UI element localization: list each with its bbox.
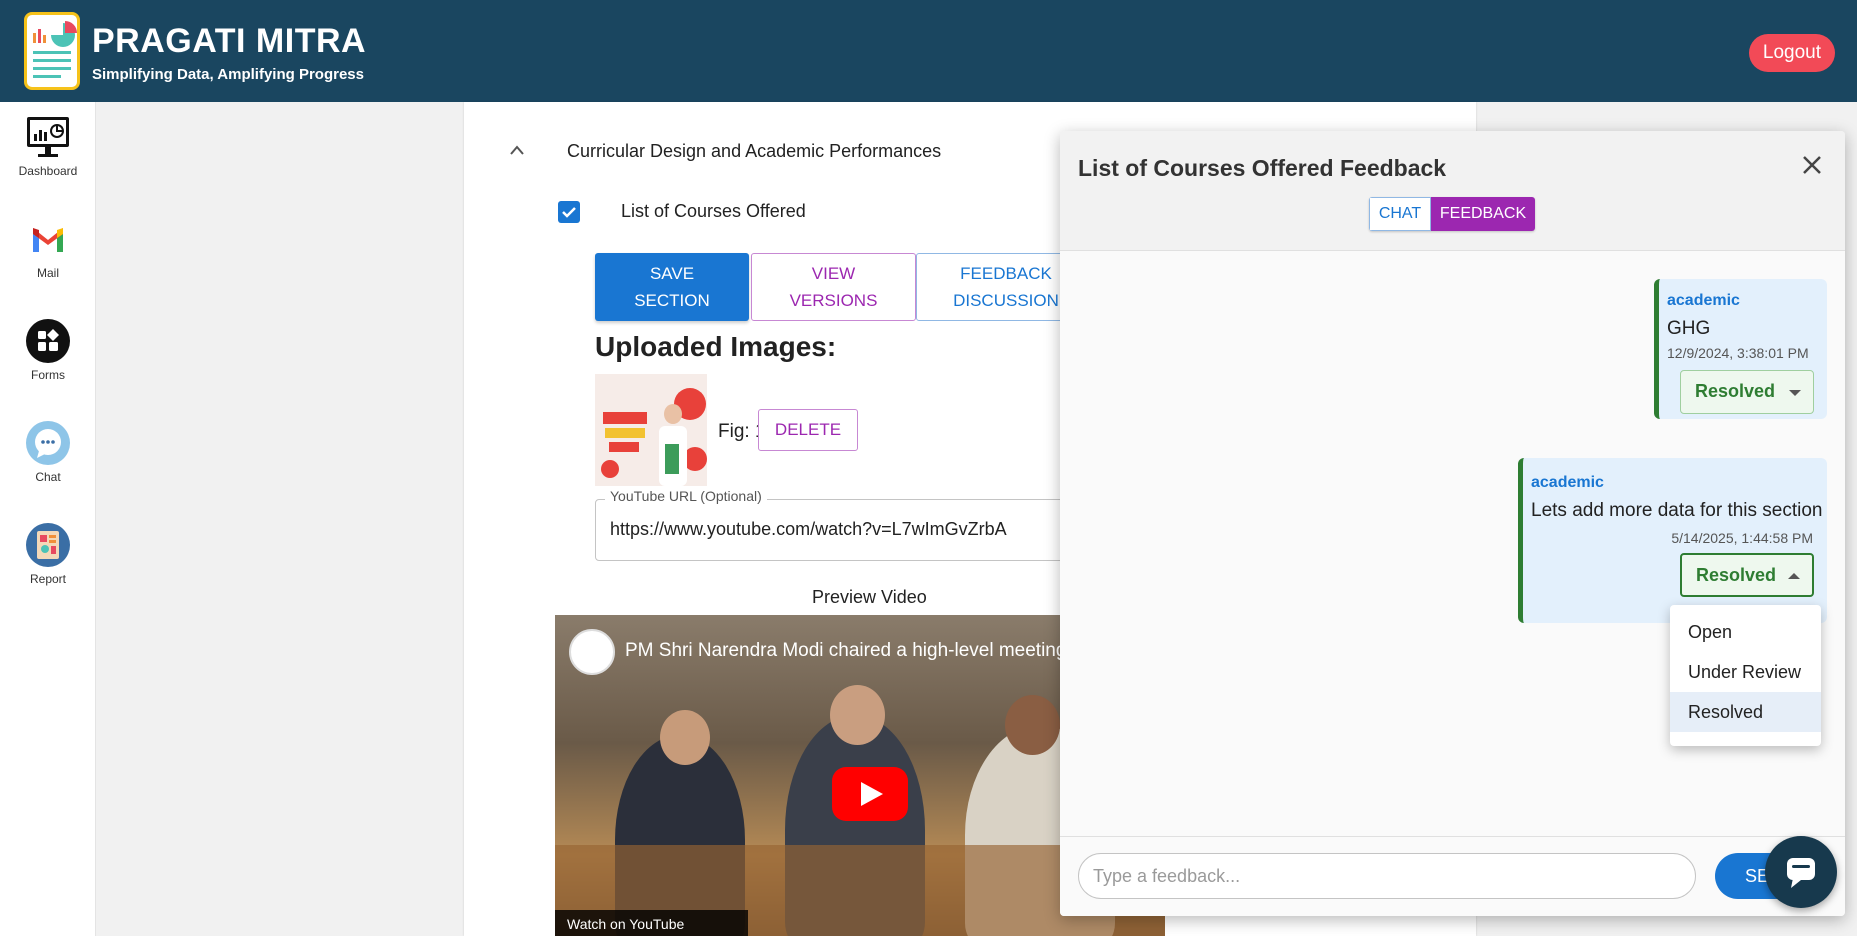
sidebar-item-forms[interactable]: Forms [0,318,96,382]
feedback-message: academic Lets add more data for this sec… [1518,458,1827,623]
delete-image-button[interactable]: DELETE [758,409,858,451]
sidebar-item-label: Chat [35,470,61,484]
versions-button-line2: VERSIONS [789,291,878,310]
app-title: PRAGATI MITRA [92,22,367,60]
chat-bubble-icon [1787,858,1815,888]
save-button-line1: SAVE [649,264,695,283]
app-subtitle: Simplifying Data, Amplifying Progress [92,66,364,83]
status-option-resolved[interactable]: Resolved [1670,692,1821,732]
tab-feedback[interactable]: FEEDBACK [1431,197,1535,231]
feedback-input[interactable] [1078,853,1696,899]
sidebar-item-label: Mail [36,266,59,280]
message-text: GHG [1667,318,1711,339]
feedback-button-line1: FEEDBACK [960,264,1052,283]
chat-feedback-toggle: CHAT FEEDBACK [1369,197,1535,231]
chat-fab-button[interactable] [1765,836,1837,908]
feedback-message: academic GHG 12/9/2024, 3:38:01 PM Resol… [1654,279,1827,419]
view-versions-button[interactable]: VIEW VERSIONS [751,253,916,321]
message-author: academic [1531,474,1604,491]
gmail-icon [25,216,71,262]
youtube-url-value[interactable]: https://www.youtube.com/watch?v=L7wImGvZ… [610,519,1007,540]
chevron-up-icon[interactable] [509,140,525,161]
uploaded-image-thumbnail [595,374,707,486]
status-option-open[interactable]: Open [1670,612,1821,652]
status-dropdown-menu: Open Under Review Resolved [1670,605,1821,746]
message-author: academic [1667,292,1740,309]
sidebar-item-dashboard[interactable]: Dashboard [0,114,96,178]
preview-video-label: Preview Video [812,587,927,607]
sidebar-item-label: Report [29,572,67,586]
video-figure [830,685,885,745]
youtube-url-label: YouTube URL (Optional) [605,488,767,504]
save-section-button[interactable]: SAVE SECTION [595,253,749,321]
sidebar-item-chat[interactable]: Chat [0,420,96,484]
watch-on-youtube-link[interactable]: Watch on YouTube [555,910,748,936]
sidebar: Dashboard Mail Forms Chat Report [0,102,96,936]
subsection-title: List of Courses Offered [621,201,806,221]
play-icon[interactable] [832,767,908,821]
logout-button[interactable]: Logout [1748,34,1835,72]
status-option-under-review[interactable]: Under Review [1670,652,1821,692]
video-figure [660,710,710,765]
status-value: Resolved [1695,381,1776,401]
chat-bubble-icon [25,420,71,466]
message-timestamp: 12/9/2024, 3:38:01 PM [1667,345,1809,361]
video-figure [1005,695,1060,755]
close-icon[interactable] [1801,149,1823,181]
app-header: PRAGATI MITRA Simplifying Data, Amplifyi… [0,0,1857,102]
monitor-chart-icon [25,114,71,160]
versions-button-line1: VIEW [811,264,856,283]
feedback-button-line2: DISCUSSION [953,291,1059,310]
channel-avatar[interactable] [569,629,615,675]
forms-grid-icon [25,318,71,364]
message-timestamp: 5/14/2025, 1:44:58 PM [1671,530,1813,546]
caret-up-icon [1788,573,1800,579]
uploaded-images-title: Uploaded Images: [595,331,837,362]
status-select[interactable]: Resolved [1680,370,1814,414]
sidebar-item-label: Dashboard [18,164,78,178]
message-text: Lets add more data for this section [1531,500,1823,521]
caret-down-icon [1789,390,1801,396]
feedback-panel-title: List of Courses Offered Feedback [1078,155,1447,181]
tab-chat[interactable]: CHAT [1369,197,1431,231]
sidebar-item-mail[interactable]: Mail [0,216,96,280]
status-select[interactable]: Resolved [1680,553,1814,597]
app-logo [24,12,80,90]
sidebar-item-report[interactable]: Report [0,522,96,586]
sidebar-item-label: Forms [31,368,65,382]
subsection-checkbox[interactable] [558,201,580,223]
checkmark-icon [562,207,576,218]
section-title[interactable]: Curricular Design and Academic Performan… [567,141,941,162]
save-button-line2: SECTION [634,291,710,310]
video-title[interactable]: PM Shri Narendra Modi chaired a high-lev… [625,640,1066,662]
feedback-input-bar: SEND [1060,836,1845,916]
feedback-panel: List of Courses Offered Feedback CHAT FE… [1060,131,1845,916]
report-icon [25,522,71,568]
status-value: Resolved [1696,565,1777,585]
feedback-panel-header: List of Courses Offered Feedback CHAT FE… [1060,131,1845,251]
